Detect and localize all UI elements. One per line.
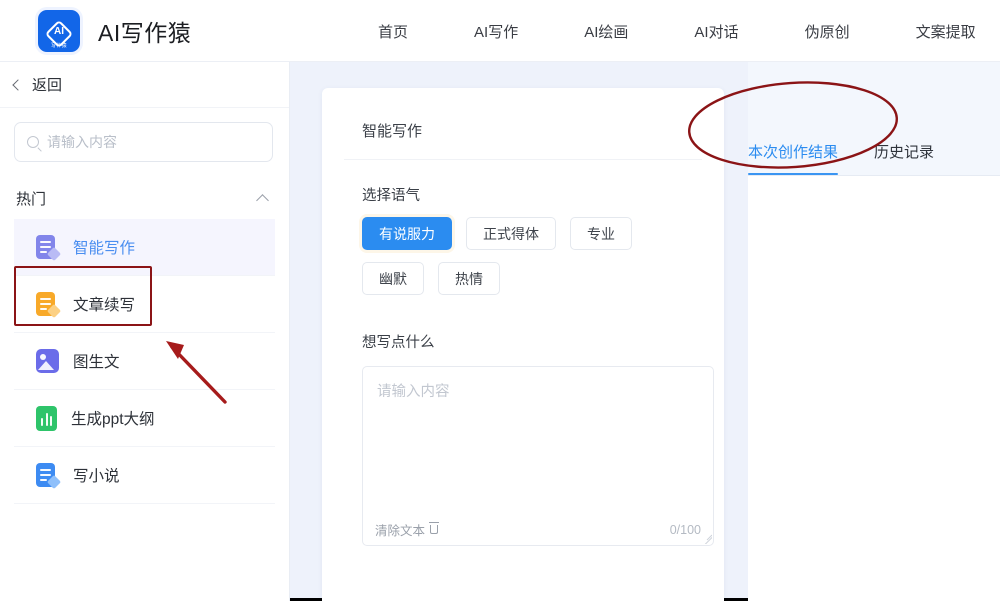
prompt-placeholder: 请输入内容	[377, 380, 450, 401]
chevron-up-icon[interactable]	[256, 194, 269, 207]
tone-option-humorous[interactable]: 幽默	[362, 262, 424, 295]
nav-item-ai-chat[interactable]: AI对话	[694, 21, 738, 42]
document-pencil-icon	[36, 462, 59, 488]
app-logo-icon: AI 写作猿	[38, 10, 80, 52]
chevron-left-icon	[12, 79, 23, 90]
sidebar-item-label: 生成ppt大纲	[71, 407, 155, 429]
textarea-footer: 清除文本 0/100	[363, 520, 713, 539]
sidebar-item-image-to-text[interactable]: 图生文	[14, 333, 275, 390]
search-input[interactable]: 请输入内容	[14, 122, 273, 162]
result-panel: 本次创作结果 历史记录	[748, 62, 1000, 601]
sidebar-item-label: 文章续写	[73, 293, 135, 315]
clear-text-label: 清除文本	[375, 520, 425, 539]
sidebar-item-write-novel[interactable]: 写小说	[14, 447, 275, 504]
nav-item-extract[interactable]: 文案提取	[916, 21, 976, 42]
sidebar-item-label: 智能写作	[73, 236, 135, 258]
writing-form-card: 智能写作 选择语气 有说服力 正式得体 专业 幽默 热情 想写点什么 请输入内容…	[322, 88, 724, 601]
sidebar: 返回 请输入内容 热门 智能写作	[0, 62, 290, 601]
nav-item-home[interactable]: 首页	[378, 21, 408, 42]
app-root: AI 写作猿 AI写作猿 首页 AI写作 AI绘画 AI对话 伪原创 文案提取 …	[0, 0, 1000, 601]
tone-option-persuasive[interactable]: 有说服力	[362, 217, 452, 250]
sidebar-item-label: 写小说	[73, 464, 120, 486]
search-icon	[27, 136, 39, 148]
char-counter: 0/100	[670, 523, 701, 537]
logo-sub-text: 写作猿	[38, 42, 80, 49]
back-label: 返回	[32, 74, 62, 95]
prompt-field-label: 想写点什么	[344, 307, 702, 364]
nav-item-ai-writing[interactable]: AI写作	[474, 21, 518, 42]
nav-item-ai-drawing[interactable]: AI绘画	[584, 21, 628, 42]
nav-item-rewrite[interactable]: 伪原创	[805, 21, 850, 42]
result-body	[748, 176, 1000, 601]
tone-field-label: 选择语气	[344, 160, 702, 217]
tone-option-formal[interactable]: 正式得体	[466, 217, 556, 250]
main-nav: 首页 AI写作 AI绘画 AI对话 伪原创 文案提取	[378, 0, 976, 62]
tone-option-enthusiastic[interactable]: 热情	[438, 262, 500, 295]
slides-icon	[36, 406, 57, 431]
result-tabs: 本次创作结果 历史记录	[748, 141, 1000, 176]
brand[interactable]: AI 写作猿 AI写作猿	[38, 10, 191, 52]
tab-history[interactable]: 历史记录	[874, 141, 934, 175]
sidebar-item-label: 图生文	[73, 350, 120, 372]
section-hot-header[interactable]: 热门	[0, 168, 289, 219]
search-placeholder: 请输入内容	[47, 132, 117, 152]
document-pencil-icon	[36, 291, 59, 317]
tone-option-professional[interactable]: 专业	[570, 217, 632, 250]
clear-text-button[interactable]: 清除文本	[375, 520, 438, 539]
section-hot-label: 热门	[16, 188, 46, 209]
page-title: AI写作猿	[98, 14, 191, 48]
app-header: AI 写作猿 AI写作猿 首页 AI写作 AI绘画 AI对话 伪原创 文案提取	[0, 0, 1000, 62]
tab-current-result[interactable]: 本次创作结果	[748, 141, 838, 175]
sidebar-item-smart-writing[interactable]: 智能写作	[14, 219, 275, 276]
prompt-textarea[interactable]: 请输入内容 清除文本 0/100	[362, 366, 714, 546]
document-pencil-icon	[36, 234, 59, 260]
logo-mark-text: AI	[38, 22, 80, 42]
tool-list: 智能写作 文章续写 图生文	[0, 219, 289, 504]
resize-handle[interactable]	[702, 534, 712, 544]
image-icon	[36, 349, 59, 373]
sidebar-item-ppt-outline[interactable]: 生成ppt大纲	[14, 390, 275, 447]
trash-icon	[430, 525, 438, 534]
search-container: 请输入内容	[0, 108, 289, 168]
form-title: 智能写作	[344, 88, 702, 160]
sidebar-item-article-continue[interactable]: 文章续写	[14, 276, 275, 333]
result-tabbar-area: 本次创作结果 历史记录	[748, 62, 1000, 176]
back-button[interactable]: 返回	[0, 62, 289, 108]
tone-options: 有说服力 正式得体 专业 幽默 热情	[344, 217, 702, 307]
